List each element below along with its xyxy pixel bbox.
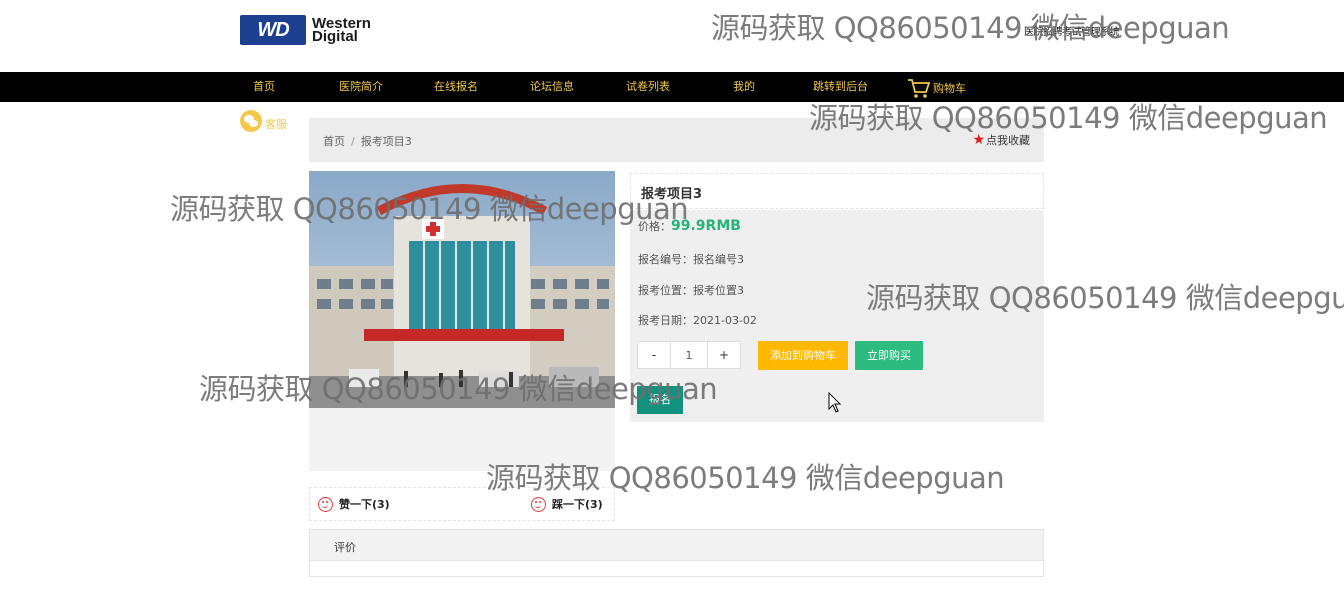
cart-icon [908,79,931,98]
favorite-button[interactable]: ★ 点我收藏 [972,132,1030,148]
quantity-minus-button[interactable]: - [638,342,670,368]
quantity-stepper: - + [637,341,741,369]
service-label: 客服 [265,118,287,131]
logo-mark: WD [240,15,306,45]
field-label: 报名编号： [638,253,693,266]
register-button[interactable]: 报名 [637,386,683,414]
main-nav: 首页 医院简介 在线报名 论坛信息 试卷列表 我的 跳转到后台 购物车 [0,72,1344,102]
customer-service[interactable]: 客服 [240,110,287,132]
field-value: 报名编号3 [693,253,744,266]
field-label: 报考日期： [638,314,693,327]
nav-home[interactable]: 首页 [253,72,275,102]
wd-logo[interactable]: WD Western Digital [240,15,371,45]
nav-hospital-intro[interactable]: 医院简介 [339,72,383,102]
product-info-panel: 价格：99.9RMB 报名编号：报名编号3 报考位置：报考位置3 报考日期：20… [630,210,1044,422]
star-icon: ★ [972,132,985,148]
wechat-icon [240,110,262,132]
like-button[interactable]: 赞一下(3) [318,496,390,512]
breadcrumb-current: 报考项目3 [360,135,412,148]
site-title: 医院招聘考试管理系统 [1024,27,1120,38]
smile-icon [318,496,333,512]
watermark: 源码获取 QQ86050149 微信deepguan [711,11,1230,45]
like-label: 赞一下(3) [339,498,390,511]
add-to-cart-button[interactable]: 添加到购物车 [758,341,848,370]
field-row: 报考位置：报考位置3 [638,282,744,298]
breadcrumb-home[interactable]: 首页 [323,135,345,148]
hospital-photo [309,171,615,408]
mouse-cursor-icon [828,392,842,413]
logo-text: Western Digital [312,16,371,44]
tab-review[interactable]: 评价 [310,530,1043,561]
breadcrumb-bar: 首页 / 报考项目3 ★ 点我收藏 [309,118,1044,162]
cart-label: 购物车 [933,82,966,95]
price-row: 价格：99.9RMB [638,218,741,234]
product-title: 报考项目3 [630,173,1044,209]
field-row: 报名编号：报名编号3 [638,251,744,267]
nav-exam-list[interactable]: 试卷列表 [626,72,670,102]
dislike-label: 踩一下(3) [552,498,603,511]
breadcrumb: 首页 / 报考项目3 [323,133,412,149]
nav-cart[interactable]: 购物车 [907,72,966,102]
buy-now-button[interactable]: 立即购买 [855,341,923,370]
vote-row: 赞一下(3) 踩一下(3) [309,487,615,521]
nav-forum[interactable]: 论坛信息 [530,72,574,102]
review-section: 评价 [309,529,1044,577]
field-label: 报考位置： [638,284,693,297]
dislike-button[interactable]: 踩一下(3) [531,496,603,512]
quantity-plus-button[interactable]: + [708,342,740,368]
favorite-label: 点我收藏 [986,134,1030,147]
field-row: 报考日期：2021-03-02 [638,312,757,328]
price-label: 价格： [638,220,671,233]
product-image-panel [309,171,615,471]
nav-online-register[interactable]: 在线报名 [434,72,478,102]
nav-admin[interactable]: 跳转到后台 [813,72,868,102]
quantity-input[interactable] [670,342,708,368]
breadcrumb-separator: / [351,135,355,148]
field-value: 报考位置3 [693,284,744,297]
smile-icon [531,496,546,512]
field-value: 2021-03-02 [693,314,757,327]
nav-mine[interactable]: 我的 [733,72,755,102]
price-value: 99.9RMB [671,218,741,234]
